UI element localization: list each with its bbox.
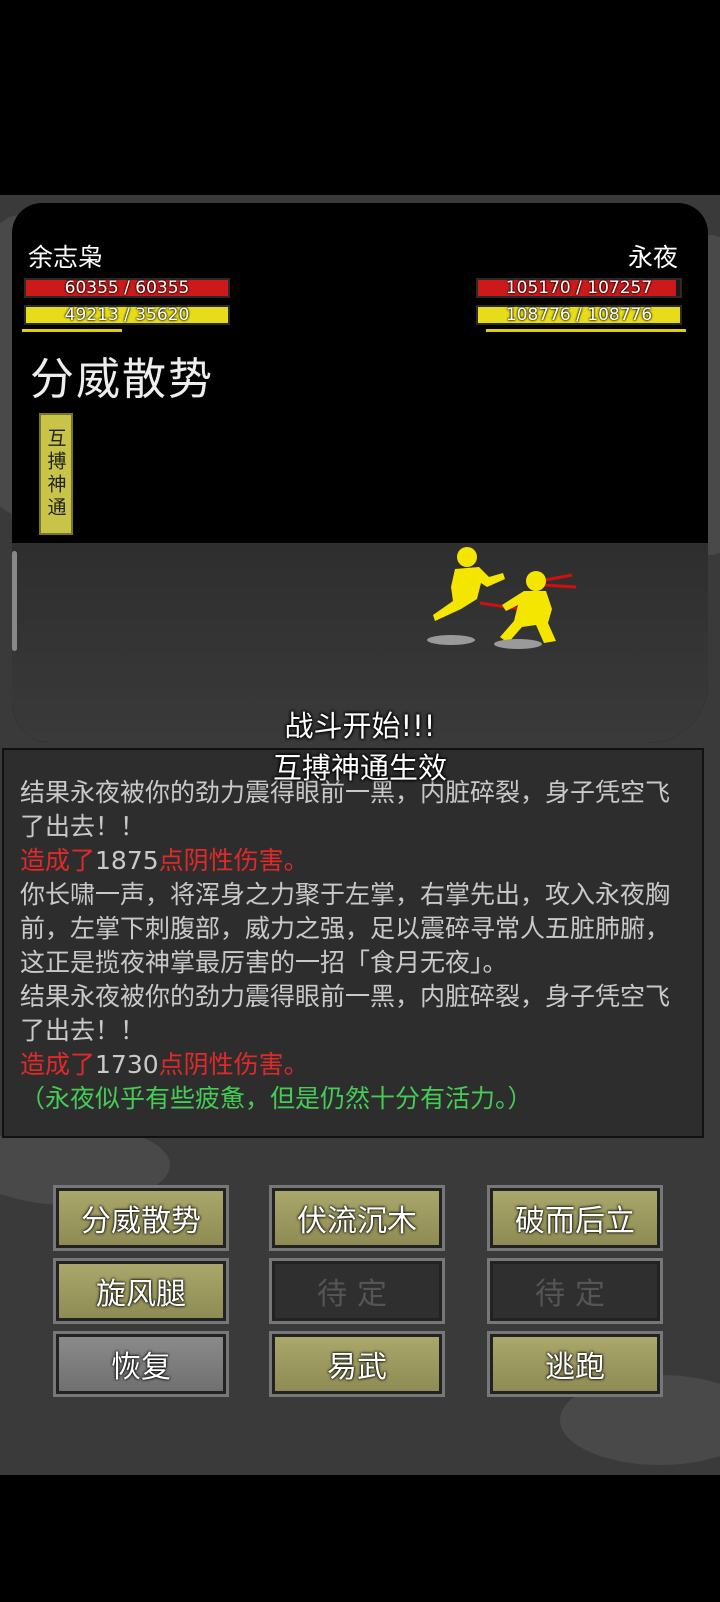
battle-frame: 余志枭 60355 / 60355 49213 / 35620 永夜 10517… bbox=[0, 195, 720, 1475]
empty-slot-button-6[interactable]: 待定 bbox=[490, 1261, 660, 1321]
enemy-fighter bbox=[480, 571, 577, 643]
log-status-line: （永夜似乎有些疲惫，但是仍然十分有活力。） bbox=[20, 1084, 533, 1113]
damage-value: 1875 bbox=[95, 846, 159, 875]
player-mp-bar: 49213 / 35620 bbox=[24, 305, 230, 325]
log-line: 你长啸一声，将浑身之力聚于左掌，右掌先出，攻入永夜胸前，左掌下刺腹部，威力之强，… bbox=[20, 880, 671, 977]
player-hp-bar: 60355 / 60355 bbox=[24, 278, 230, 298]
player-name: 余志枭 bbox=[28, 243, 104, 272]
skill-button-3[interactable]: 破而后立 bbox=[490, 1188, 660, 1248]
damage-suffix: 点阴性伤害。 bbox=[158, 1050, 309, 1079]
buff-tag[interactable]: 互搏神通 bbox=[39, 413, 73, 535]
player-hp-text: 60355 / 60355 bbox=[64, 278, 190, 298]
battle-log[interactable]: 结果永夜被你的劲力震得眼前一黑，内脏碎裂，身子凭空飞了出去！！ 造成了1875点… bbox=[2, 748, 704, 1138]
player-mp-text: 49213 / 35620 bbox=[64, 305, 190, 325]
log-damage-line: 造成了1875点阴性伤害。 bbox=[20, 844, 688, 878]
switch-weapon-button[interactable]: 易武 bbox=[272, 1334, 442, 1394]
enemy-mp-text: 108776 / 108776 bbox=[505, 305, 653, 325]
log-line: 结果永夜被你的劲力震得眼前一黑，内脏碎裂，身子凭空飞了出去！！ bbox=[20, 982, 671, 1045]
enemy-charge-line bbox=[486, 329, 686, 332]
announce-battle-start: 战斗开始!!! bbox=[284, 709, 436, 743]
enemy-hp-bar: 105170 / 107257 bbox=[476, 278, 682, 298]
empty-slot-button-5[interactable]: 待定 bbox=[272, 1261, 442, 1321]
arena-scroll-indicator bbox=[12, 551, 17, 651]
battle-arena: 余志枭 60355 / 60355 49213 / 35620 永夜 10517… bbox=[12, 203, 708, 743]
recover-button[interactable]: 恢复 bbox=[56, 1334, 226, 1394]
damage-suffix: 点阴性伤害。 bbox=[158, 846, 309, 875]
player-shadow bbox=[427, 635, 475, 645]
buff-tag-label: 互搏神通 bbox=[44, 428, 67, 520]
player-charge-line bbox=[22, 329, 122, 332]
log-damage-line: 造成了1730点阴性伤害。 bbox=[20, 1048, 688, 1082]
announce-buff: 互搏神通生效 bbox=[272, 751, 447, 785]
flee-button[interactable]: 逃跑 bbox=[490, 1334, 660, 1394]
skill-button-4[interactable]: 旋风腿 bbox=[56, 1261, 226, 1321]
navigation-bar-area bbox=[0, 1475, 720, 1602]
current-skill-title: 分威散势 bbox=[30, 354, 214, 405]
enemy-name: 永夜 bbox=[627, 243, 678, 272]
damage-prefix: 造成了 bbox=[20, 846, 96, 875]
status-bar-area bbox=[0, 0, 720, 195]
enemy-mp-bar: 108776 / 108776 bbox=[476, 305, 682, 325]
skill-button-2[interactable]: 伏流沉木 bbox=[272, 1188, 442, 1248]
enemy-hp-text: 105170 / 107257 bbox=[505, 278, 653, 298]
enemy-shadow bbox=[494, 639, 542, 649]
damage-value: 1730 bbox=[95, 1050, 159, 1079]
skill-button-1[interactable]: 分威散势 bbox=[56, 1188, 226, 1248]
damage-prefix: 造成了 bbox=[20, 1050, 96, 1079]
